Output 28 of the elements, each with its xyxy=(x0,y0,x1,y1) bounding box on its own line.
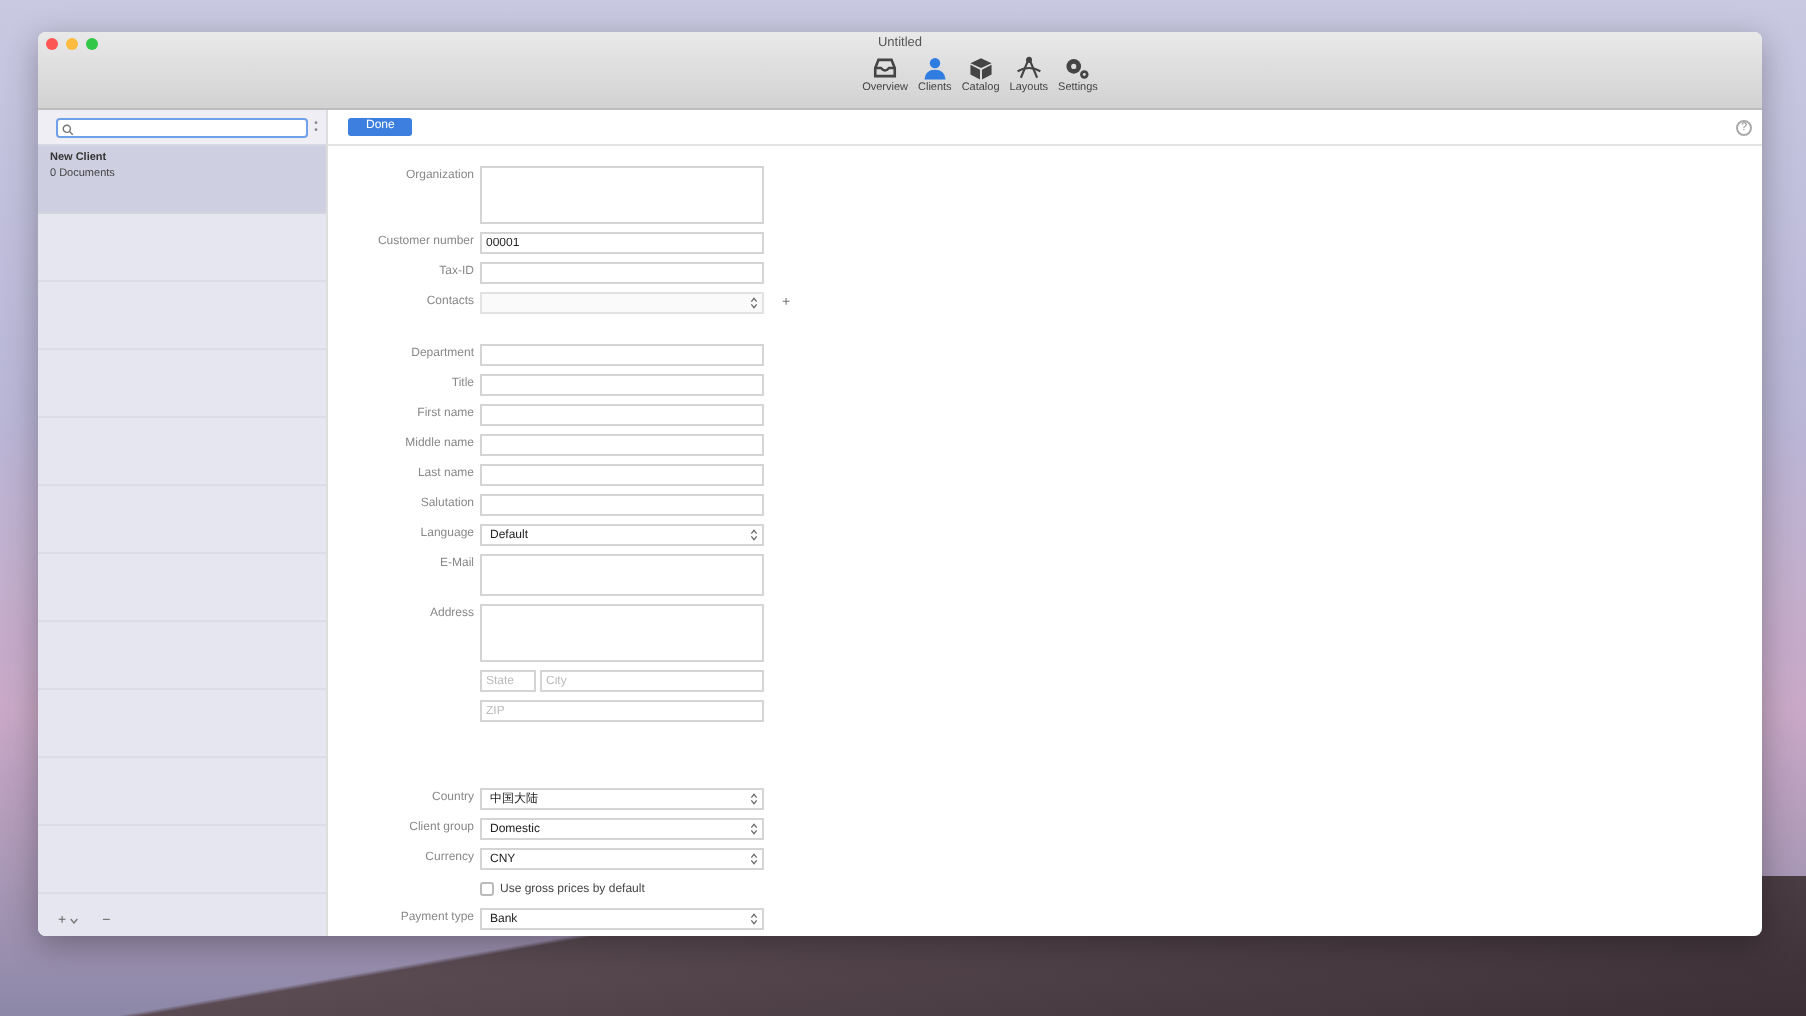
updown-icon xyxy=(750,792,758,806)
text-field[interactable] xyxy=(480,344,764,366)
settings-icon xyxy=(1064,56,1091,80)
close-icon[interactable] xyxy=(46,38,58,50)
updown-icon xyxy=(750,852,758,866)
updown-icon xyxy=(750,822,758,836)
box-icon xyxy=(967,56,994,80)
text-field[interactable] xyxy=(480,262,764,284)
search-field[interactable] xyxy=(56,117,308,137)
checkbox[interactable] xyxy=(480,882,494,896)
updown-icon xyxy=(750,912,758,926)
compass-icon xyxy=(1015,56,1042,80)
text-area[interactable] xyxy=(480,554,764,596)
text-area[interactable] xyxy=(480,604,764,662)
zoom-icon[interactable] xyxy=(86,38,98,50)
text-field[interactable] xyxy=(480,434,764,456)
search-icon xyxy=(62,123,74,135)
text-field[interactable] xyxy=(480,494,764,516)
text-field[interactable] xyxy=(480,374,764,396)
updown-icon xyxy=(750,296,758,310)
updown-icon xyxy=(750,528,758,542)
text-field[interactable] xyxy=(480,464,764,486)
text-field[interactable] xyxy=(480,404,764,426)
person-icon xyxy=(921,56,948,80)
text-area[interactable] xyxy=(480,166,764,224)
minimize-icon[interactable] xyxy=(66,38,78,50)
tray-icon xyxy=(872,56,899,80)
caret-icon[interactable] xyxy=(70,917,79,923)
